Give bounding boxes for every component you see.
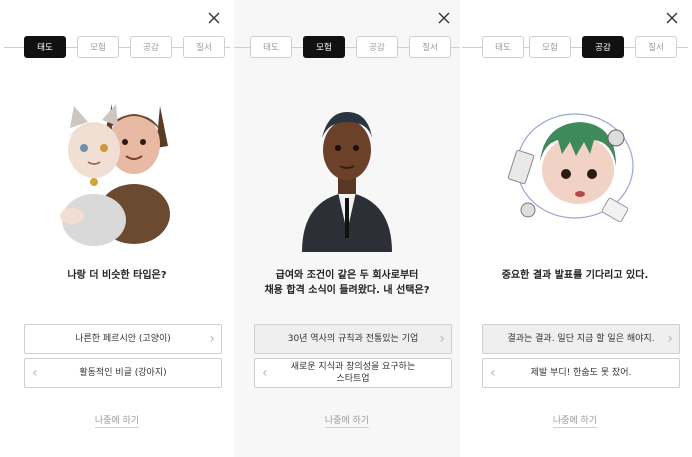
chevron-left-icon: ‹ [32,365,38,381]
quiz-panel-empathy: 태도 모험 공감 질서 중요한 결과 발표를 기다리고 있다. 결과는 결과. … [462,0,688,457]
do-later-link[interactable]: 나중에 하기 [462,413,688,428]
step-attitude: 태도 [24,36,66,58]
chevron-right-icon: › [667,331,673,347]
quiz-panel-adventure: 태도 모험 공감 질서 급여와 조건이 같은 두 회사로부터 채용 합격 소식이… [234,0,460,457]
question-text: 나랑 더 비슷한 타입은? [67,270,167,281]
option-do-what-must[interactable]: 결과는 결과. 일단 지금 할 일은 해야지. › [482,324,680,354]
do-later-link[interactable]: 나중에 하기 [4,413,230,428]
option-couldnt-sleep[interactable]: ‹ 제발 부디! 한숨도 못 잤어. [482,358,680,388]
step-empathy: 공감 [356,36,398,58]
step-adventure: 모험 [77,36,119,58]
chevron-left-icon: ‹ [262,365,268,381]
close-icon [666,12,678,24]
question-text: 급여와 조건이 같은 두 회사로부터 채용 합격 소식이 들려왔다. 내 선택은… [264,270,430,296]
step-attitude: 태도 [482,36,524,58]
step-empathy: 공감 [130,36,172,58]
chevron-left-icon: ‹ [490,365,496,381]
question-text: 중요한 결과 발표를 기다리고 있다. [501,270,649,281]
option-label: 30년 역사의 규칙과 전통있는 기업 [287,334,419,344]
chevron-right-icon: › [209,331,215,347]
do-later-label: 나중에 하기 [94,416,140,428]
option-persian-cat[interactable]: 나른한 페르시안 (고양이) › [24,324,222,354]
step-adventure: 모험 [303,36,345,58]
do-later-label: 나중에 하기 [324,416,370,428]
chevron-right-icon: › [439,331,445,347]
option-label: 활동적인 비글 (강아지) [79,368,167,378]
step-empathy: 공감 [582,36,624,58]
option-label: 나른한 페르시안 (고양이) [75,334,171,344]
option-beagle-dog[interactable]: ‹ 활동적인 비글 (강아지) [24,358,222,388]
close-button[interactable] [206,10,222,26]
option-label: 결과는 결과. 일단 지금 할 일은 해야지. [507,334,655,344]
progress-steps: 태도 모험 공감 질서 [462,36,688,60]
option-startup[interactable]: ‹ 새로운 지식과 창의성을 요구하는 스타트업 [254,358,452,388]
close-icon [208,12,220,24]
girl-avatar-illustration [500,92,650,252]
quiz-panel-attitude: 태도 모험 공감 질서 나랑 더 비슷한 타입은? 나른한 페르시안 (고양이)… [4,0,230,457]
step-order: 질서 [409,36,451,58]
close-button[interactable] [664,10,680,26]
close-icon [438,12,450,24]
do-later-link[interactable]: 나중에 하기 [234,413,460,428]
cat-dog-avatar-illustration [42,92,192,252]
progress-steps: 태도 모험 공감 질서 [234,36,460,60]
step-order: 질서 [635,36,677,58]
step-adventure: 모험 [529,36,571,58]
close-button[interactable] [436,10,452,26]
step-order: 질서 [183,36,225,58]
option-traditional-company[interactable]: 30년 역사의 규칙과 전통있는 기업 › [254,324,452,354]
step-attitude: 태도 [250,36,292,58]
option-label: 새로운 지식과 창의성을 요구하는 스타트업 [290,362,416,384]
progress-steps: 태도 모험 공감 질서 [4,36,230,60]
man-avatar-illustration [272,92,422,252]
option-label: 제발 부디! 한숨도 못 잤어. [530,368,632,378]
do-later-label: 나중에 하기 [552,416,598,428]
